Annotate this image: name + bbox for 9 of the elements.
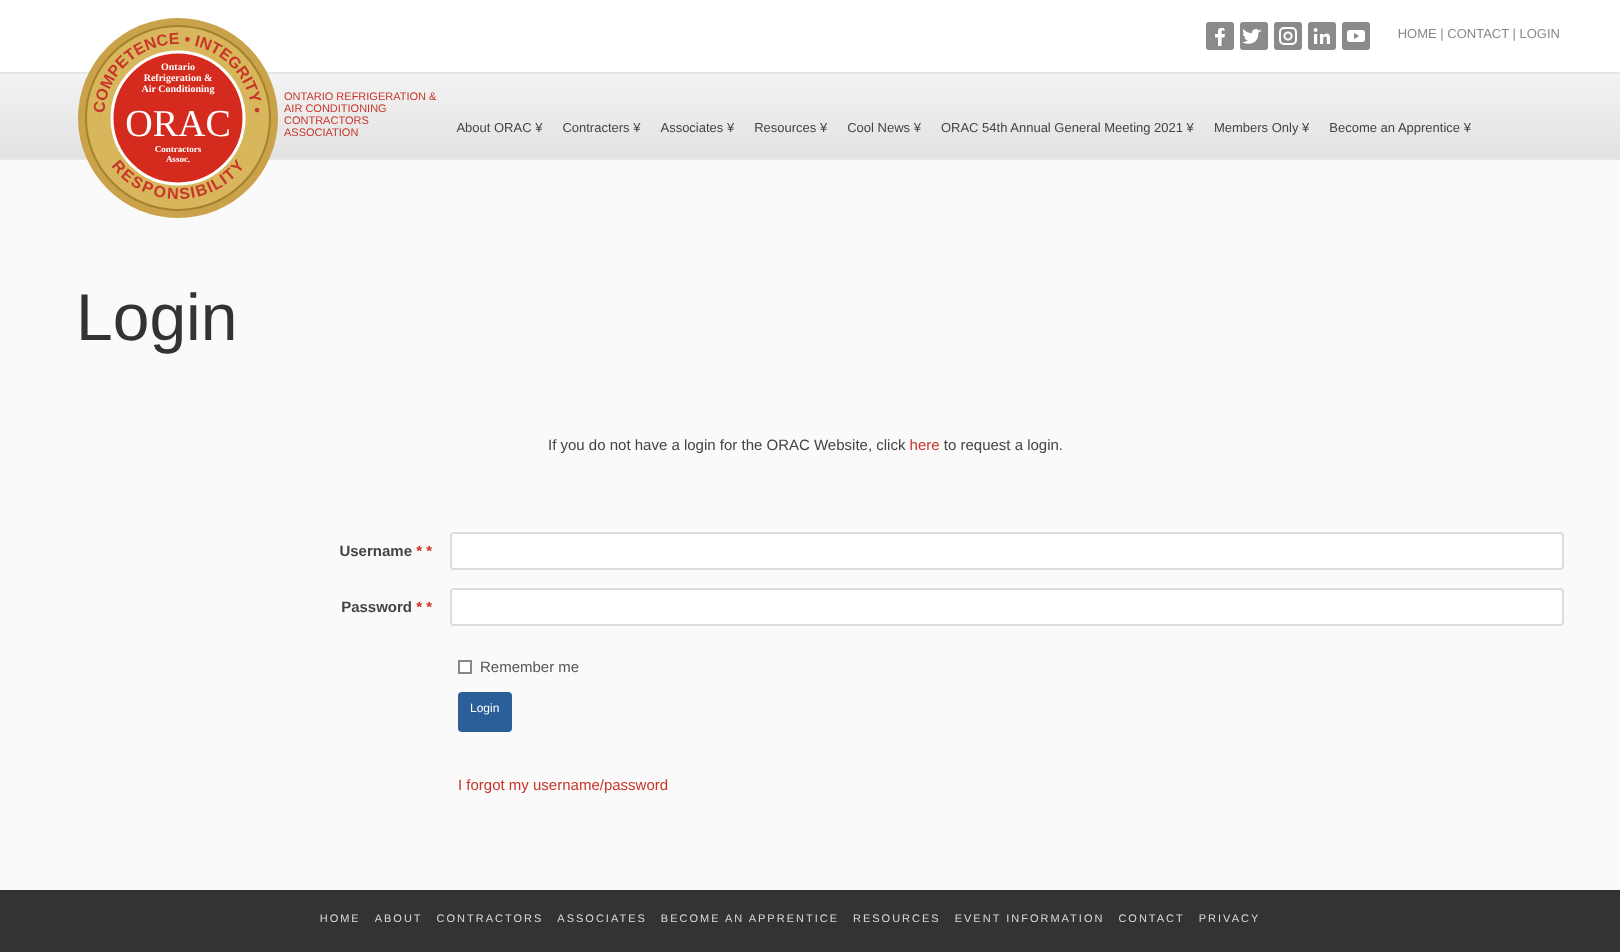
checkbox[interactable] — [458, 660, 472, 675]
twitter-icon[interactable] — [1239, 22, 1268, 50]
linkedin-icon[interactable] — [1307, 22, 1336, 50]
youtube-icon[interactable] — [1341, 22, 1370, 50]
text-input-field[interactable] — [450, 532, 1564, 571]
text-input-field[interactable] — [450, 588, 1564, 627]
instagram-icon[interactable] — [1273, 22, 1302, 50]
page-title: Login — [76, 284, 240, 350]
facebook-icon[interactable] — [1205, 22, 1234, 50]
